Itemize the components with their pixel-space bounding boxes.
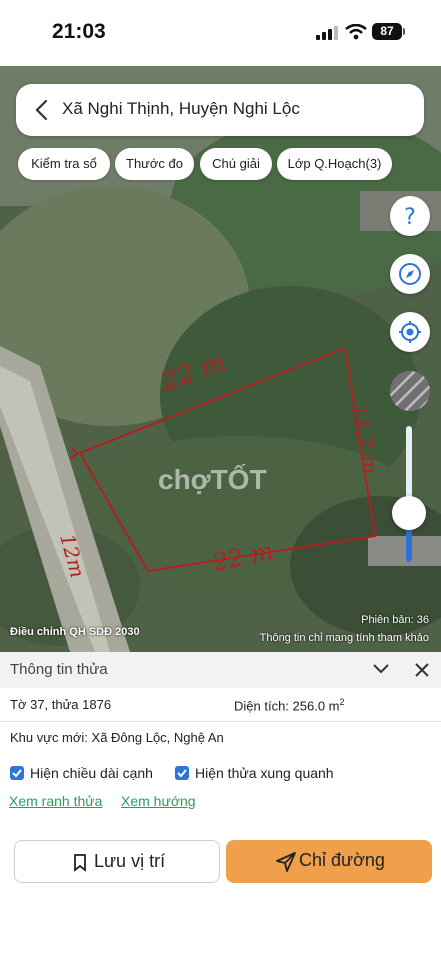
compass-button[interactable] [390, 254, 430, 294]
planning-adjust-label: Điều chỉnh QH SDĐ 2030 [10, 626, 140, 638]
watermark: chợTỐT [158, 464, 267, 495]
directions-button[interactable]: Chỉ đường [226, 840, 432, 883]
chip-check-book[interactable]: Kiểm tra sổ [18, 148, 110, 180]
bookmark-icon [74, 854, 86, 872]
status-time: 21:03 [52, 20, 106, 43]
checkmark-icon [12, 769, 22, 778]
signal-icon [316, 26, 338, 40]
help-icon: ? [404, 205, 416, 228]
directions-label: Chỉ đường [299, 850, 385, 870]
back-icon[interactable] [32, 98, 52, 122]
show-edge-length-checkbox[interactable] [10, 766, 24, 780]
locate-button[interactable] [390, 312, 430, 352]
status-bar: 21:03 87 [0, 0, 441, 66]
panel-header: Thông tin thửa [0, 652, 441, 688]
battery-tip [403, 28, 405, 35]
checkmark-icon [177, 769, 187, 778]
chevron-down-icon[interactable] [372, 662, 390, 676]
zoom-slider-handle[interactable] [392, 496, 426, 530]
battery-indicator: 87 [372, 23, 402, 40]
version-label: Phiên bản: 36 [361, 614, 429, 626]
layer-thumbnail-icon [390, 371, 430, 411]
chip-legend[interactable]: Chú giải [200, 148, 272, 180]
disclaimer-label: Thông tin chỉ mang tính tham khảo [259, 632, 429, 644]
parcel-area: Diện tích: 256.0 m2 [234, 697, 345, 713]
chip-ruler[interactable]: Thước đo [115, 148, 194, 180]
wifi-icon [345, 24, 367, 40]
view-boundary-link[interactable]: Xem ranh thửa [9, 793, 102, 809]
close-icon[interactable] [414, 662, 430, 678]
location-title: Xã Nghi Thịnh, Huyện Nghi Lộc [62, 99, 300, 118]
send-icon [276, 852, 296, 872]
show-neighbors-checkbox[interactable] [175, 766, 189, 780]
satellite-map[interactable]: 22 m 11,7 m 12m 22 m chợTỐT Xã Nghi Thịn… [0, 66, 441, 652]
location-search-bar[interactable]: Xã Nghi Thịnh, Huyện Nghi Lộc [16, 84, 424, 136]
parcel-info-panel: Thông tin thửa Tờ 37, thửa 1876 Diện tíc… [0, 652, 441, 960]
svg-text:?: ? [404, 205, 416, 228]
compass-icon [399, 263, 421, 285]
save-location-button[interactable]: Lưu vị trí [14, 840, 220, 883]
divider [0, 721, 441, 722]
help-button[interactable]: ? [390, 196, 430, 236]
new-area-label: Khu vực mới: Xã Đông Lộc, Nghệ An [10, 730, 224, 745]
sheet-parcel-number: Tờ 37, thửa 1876 [10, 697, 112, 712]
locate-icon [399, 321, 421, 343]
panel-title: Thông tin thửa [10, 661, 108, 678]
parcel-area-value: Diện tích: 256.0 m [234, 698, 340, 714]
map-layer-toggle[interactable] [390, 371, 430, 411]
view-direction-link[interactable]: Xem hướng [121, 793, 196, 809]
show-neighbors-label[interactable]: Hiện thửa xung quanh [195, 765, 334, 781]
area-unit-superscript: 2 [339, 697, 345, 707]
show-edge-length-label[interactable]: Hiện chiều dài cạnh [30, 765, 153, 781]
save-location-label: Lưu vị trí [94, 851, 166, 871]
chip-planning-layer[interactable]: Lớp Q.Hoạch(3) [277, 148, 392, 180]
